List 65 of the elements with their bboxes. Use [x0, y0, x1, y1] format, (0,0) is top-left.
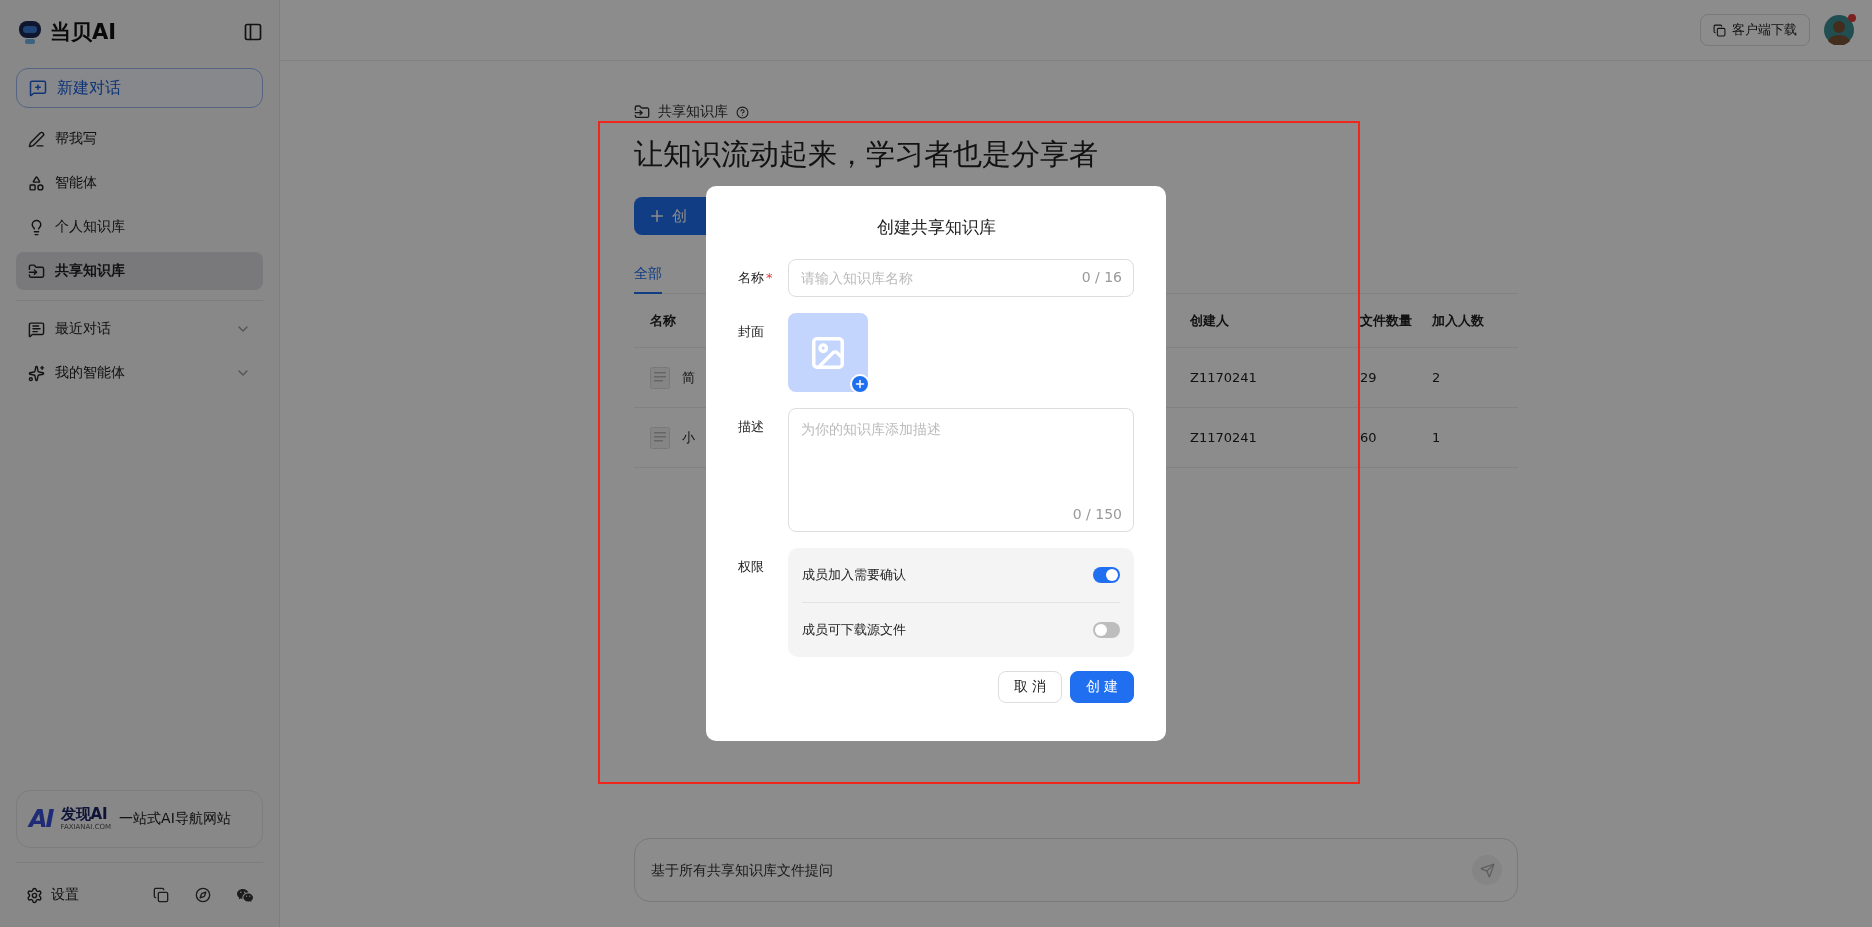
wechat-icon[interactable] [237, 887, 253, 903]
required-mark: * [766, 270, 773, 285]
chat-plus-icon [29, 79, 47, 97]
send-icon [1479, 862, 1495, 878]
sidebar-item[interactable]: 智能体 [16, 164, 263, 202]
create-button[interactable]: 创 建 [1070, 671, 1134, 703]
devices-icon [1713, 23, 1726, 37]
column-header: 加入人数 [1431, 311, 1485, 330]
banner-slogan: 一站式AI导航网站 [119, 810, 231, 828]
avatar[interactable] [1824, 15, 1854, 45]
chat-icon [28, 320, 45, 338]
shapes-icon [28, 174, 45, 192]
logo-mark: AI [29, 805, 53, 833]
file-thumbnail-icon [650, 366, 670, 389]
brand-name: 当贝AI [50, 19, 117, 46]
column-header: 创建人 [1189, 311, 1230, 330]
sidebar-item[interactable]: 帮我写 [16, 120, 263, 158]
sidebar-toggle-icon[interactable] [243, 22, 263, 42]
breadcrumb: 共享知识库 [658, 103, 728, 121]
sidebar-group[interactable]: 最近对话 [55, 320, 225, 338]
plus-icon [850, 374, 870, 394]
table-cell-text: Z1170241 [1189, 370, 1258, 385]
tab[interactable]: 全部 [634, 257, 662, 294]
char-count: 0 / 16 [1081, 269, 1122, 285]
permission-label: 成员可下载源文件 [802, 621, 906, 639]
permission-label: 成员加入需要确认 [802, 566, 906, 584]
field-label: 封面 [738, 323, 765, 341]
table-cell-text: 29 [1359, 370, 1378, 385]
folder-icon [634, 104, 650, 120]
devices-icon[interactable] [153, 887, 169, 903]
plus-icon [648, 207, 666, 225]
download-client-button[interactable]: 客户端下载 [1700, 14, 1810, 46]
table-cell: 小 [682, 428, 695, 447]
table-cell: 简 [682, 368, 695, 387]
help-icon[interactable] [736, 105, 749, 119]
toggle-switch[interactable] [1093, 622, 1120, 638]
dialog-title: 创建共享知识库 [875, 216, 997, 239]
robot-logo-icon [16, 18, 44, 46]
page-heading: 让知识流动起来，学习者也是分享者 [634, 136, 1099, 173]
column-header: 文件数量 [1359, 311, 1413, 330]
toggle-switch[interactable] [1093, 567, 1120, 583]
column-header: 名称 [649, 311, 677, 330]
field-label: 名称 [738, 270, 764, 285]
file-thumbnail-icon [650, 426, 670, 449]
banner-brand: 发现AI [60, 807, 109, 822]
table-cell-text: 2 [1431, 370, 1442, 385]
field-label: 权限 [738, 558, 765, 576]
settings-link[interactable]: 设置 [51, 886, 145, 904]
cancel-button[interactable]: 取 消 [998, 671, 1062, 703]
sidebar-item[interactable]: 个人知识库 [16, 208, 263, 246]
table-cell-text: Z1170241 [1189, 430, 1258, 445]
ask-field[interactable]: 基于所有共享知识库文件提问 [634, 838, 1518, 902]
field-label: 描述 [738, 418, 765, 436]
sparkle-icon [28, 364, 45, 382]
pen-icon [28, 130, 45, 148]
compass-icon[interactable] [195, 887, 211, 903]
sidebar-group[interactable]: 我的智能体 [55, 364, 225, 382]
new-chat-button[interactable]: 新建对话 [16, 68, 263, 108]
settings-icon[interactable] [26, 886, 43, 904]
sidebar-item[interactable]: 共享知识库 [16, 252, 263, 290]
cover-upload[interactable] [788, 313, 868, 392]
table-cell-text: 1 [1431, 430, 1442, 445]
table-cell-text: 60 [1359, 430, 1378, 445]
char-count: 0 / 150 [1072, 506, 1122, 522]
folder-icon [28, 262, 45, 280]
